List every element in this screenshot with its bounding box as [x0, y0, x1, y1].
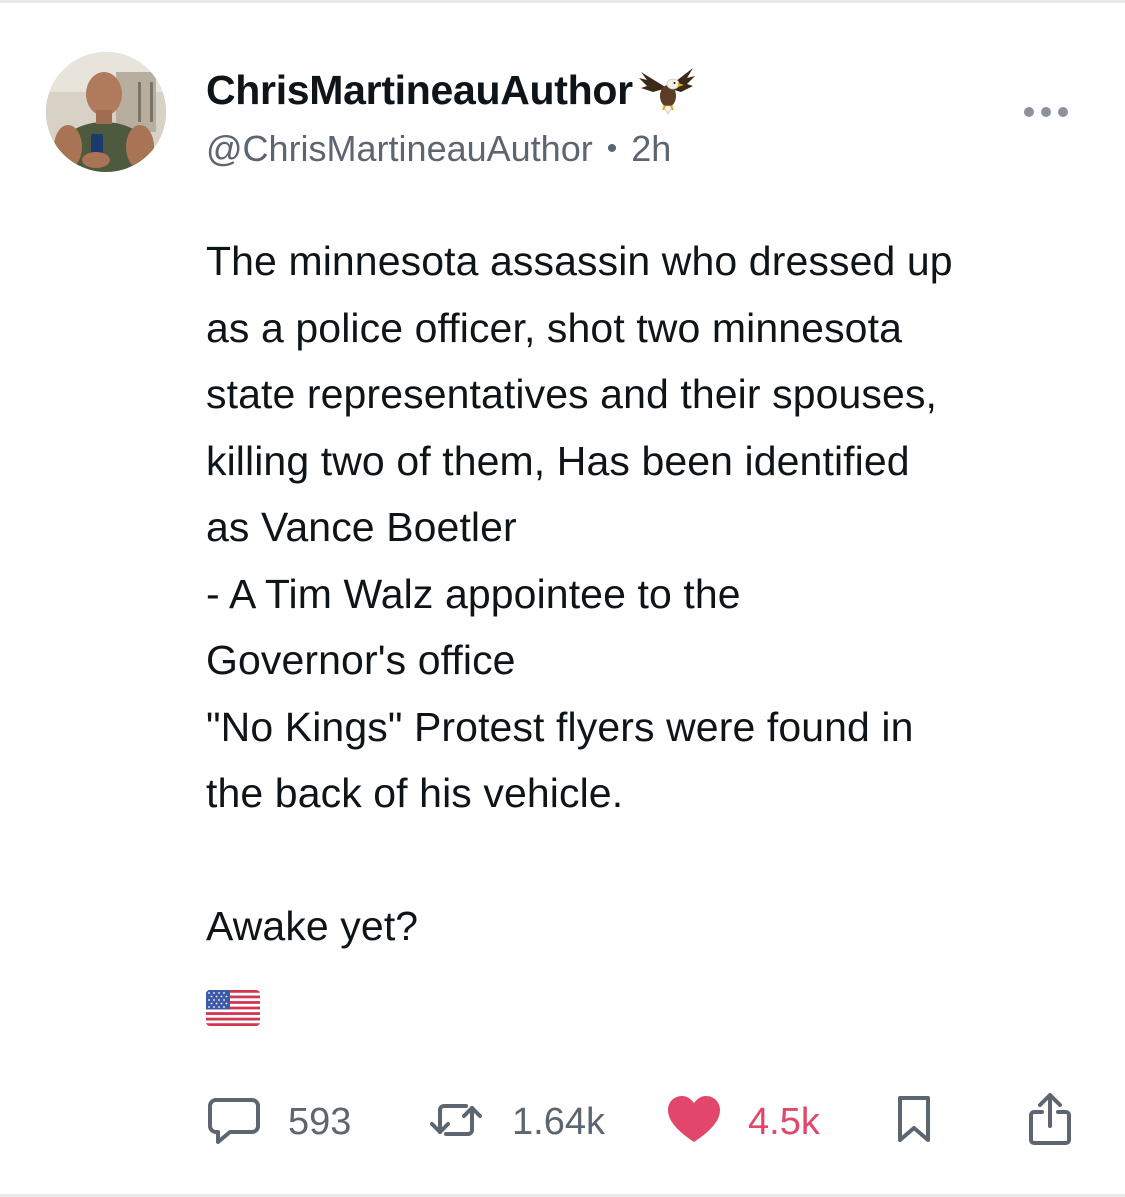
eagle-icon [637, 62, 697, 118]
author-info: ChrisMartineauAuthor @ChrisMartineauAuth… [206, 62, 697, 170]
handle-row: @ChrisMartineauAuthor • 2h [206, 128, 697, 170]
like-button[interactable]: 4.5k [666, 1092, 820, 1152]
repost-count: 1.64k [512, 1100, 605, 1143]
share-icon [1026, 1092, 1074, 1153]
post-text-line: state representatives and their spouses, [206, 371, 938, 417]
repost-icon [426, 1094, 486, 1151]
post-text-line: The minnesota assassin who dressed up [206, 238, 953, 284]
post-text: The minnesota assassin who dressed up as… [206, 228, 1086, 960]
post-text-line: Governor's office [206, 637, 516, 683]
post-text-line: killing two of them, Has been identified [206, 437, 910, 484]
reply-icon [206, 1094, 262, 1151]
post-card: ChrisMartineauAuthor @ChrisMartineauAuth… [0, 0, 1125, 1197]
top-divider [0, 0, 1125, 3]
avatar[interactable] [46, 52, 166, 172]
timestamp[interactable]: 2h [631, 128, 671, 170]
handle[interactable]: @ChrisMartineauAuthor [206, 128, 593, 170]
separator-dot: • [606, 132, 618, 165]
repost-button[interactable]: 1.64k [426, 1092, 605, 1152]
like-count: 4.5k [748, 1100, 820, 1143]
share-button[interactable] [1026, 1092, 1074, 1152]
us-flag-icon [206, 990, 260, 1026]
bookmark-button[interactable] [894, 1092, 934, 1152]
reply-count: 593 [288, 1100, 352, 1143]
post-text-line: - A Tim Walz appointee to the [206, 570, 741, 617]
reply-button[interactable]: 593 [206, 1092, 351, 1152]
action-bar: 593 1.64k 4.5k [206, 1092, 1076, 1152]
display-name[interactable]: ChrisMartineauAuthor [206, 67, 633, 114]
post-text-line: the back of his vehicle. [206, 770, 624, 816]
post-text-line: "No Kings" Protest flyers were found in [206, 703, 914, 750]
heart-icon [666, 1094, 722, 1151]
more-options-button[interactable] [1024, 100, 1072, 124]
post-text-line: as Vance Boetler [206, 504, 517, 550]
bookmark-icon [894, 1094, 934, 1151]
post-text-line: as a police officer, shot two minnesota [206, 304, 902, 351]
display-name-row: ChrisMartineauAuthor [206, 62, 697, 118]
closing-line: Awake yet? [206, 903, 419, 949]
more-horizontal-icon [1024, 100, 1068, 124]
